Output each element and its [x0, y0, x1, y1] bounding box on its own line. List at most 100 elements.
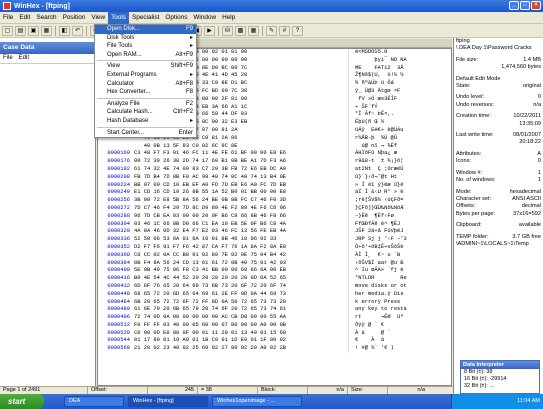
- tools-item-calculate-hash[interactable]: Calculate Hash... Ctrl+F2: [95, 108, 196, 117]
- hex-bytes: 6D 6F 76 65 20 64 69 73 6B 73 20 6F 72 2…: [134, 282, 287, 289]
- info-row: Creation time: 10/22/2011: [454, 113, 543, 120]
- hex-row[interactable]: 40 0B 13 5F 83 C0 02 6C 9C 8E ú@ nî ¬ ¾Ë…: [98, 142, 451, 151]
- info-value: 1: [537, 169, 541, 176]
- hex-offset: 0000528: [107, 329, 130, 336]
- menu-window[interactable]: Window: [190, 12, 219, 24]
- hex-row[interactable]: 0000432 6D 6F 76 65 20 64 69 73 6B 73 20 …: [98, 282, 451, 291]
- task-dea[interactable]: DEA: [64, 396, 124, 407]
- start-button[interactable]: start: [0, 394, 44, 409]
- info-value: A: [537, 150, 541, 157]
- case-menu-edit[interactable]: Edit: [19, 54, 29, 63]
- tools-item-external-programs[interactable]: External Programs ▸: [95, 71, 196, 80]
- hex-ascii: rt ¬ËØ Uª: [348, 314, 448, 322]
- tools-item-start-center[interactable]: Start Center... Enter: [95, 129, 196, 138]
- info-row: Window #: 1: [454, 170, 543, 177]
- tools-item-open-disk[interactable]: Open Disk... F9: [95, 25, 196, 34]
- hex-bytes: 61 74 32 4E 74 09 83 C7 20 3B FB 72 E6 E…: [134, 165, 287, 172]
- tools-item-disk-tools[interactable]: Disk Tools ▸: [95, 34, 196, 43]
- tools-item-shortcut: Alt+F8: [175, 80, 193, 87]
- info-key: Attributes:: [456, 150, 482, 157]
- hex-row[interactable]: 0000368 C0 CC 02 0A CC B8 01 02 80 7E 02 …: [98, 251, 451, 260]
- hex-row[interactable]: 0000176 00 72 39 26 38 2D 74 17 60 B1 0B …: [98, 158, 451, 166]
- file-info-panel: ftping \ DEA Day 1\Password Cracks File si…: [453, 38, 543, 394]
- hex-row[interactable]: 0000400 5E 0B 49 75 06 F8 C3 41 BB 00 00 …: [98, 267, 451, 276]
- task-winhex1openimage[interactable]: Winhex1openimage - ...: [212, 396, 302, 407]
- window-titlebar: WinHex - [ftping] _ □ ×: [0, 0, 543, 12]
- task-winhex[interactable]: WinHex - [ftping]: [128, 396, 208, 407]
- hex-row[interactable]: 0000448 68 65 72 20 6D 65 64 69 61 2E FF …: [98, 290, 451, 299]
- hex-row[interactable]: 0000208 FB 7D B4 7D 8B F0 AC 98 40 74 0C …: [98, 173, 451, 182]
- tools-item-open-ram[interactable]: Open RAM... Alt+F9: [95, 51, 196, 60]
- close-button[interactable]: ×: [531, 1, 541, 10]
- hex-row[interactable]: 0000240 E1 CD 16 CD 19 26 8B 55 1A 52 B0 …: [98, 189, 451, 198]
- minimize-button[interactable]: _: [509, 1, 519, 10]
- hex-row[interactable]: 0000288 96 7D CB EA 03 00 00 20 0F B6 C8 …: [98, 212, 451, 221]
- ram-icon[interactable]: ▩: [235, 25, 246, 36]
- hex-row[interactable]: 0000352 D2 F7 F6 91 F7 F6 42 87 CA F7 76 …: [98, 243, 451, 252]
- hex-row[interactable]: 0000528 C0 00 0D E0 00 0F 00 01 11 20 01 …: [98, 329, 451, 338]
- hash-icon[interactable]: #: [279, 25, 290, 36]
- menu-tools[interactable]: Tools: [108, 11, 129, 24]
- bookmark-icon[interactable]: ✎: [266, 25, 277, 36]
- data-interpreter-window[interactable]: Data Interpreter 8 Bit (±): 38 16 Bit (±…: [460, 360, 540, 394]
- tools-item-view[interactable]: View Shift+F9: [95, 62, 196, 71]
- properties-icon[interactable]: ◧: [59, 25, 70, 36]
- hex-bytes: 01 17 80 01 19 A0 01 1B C0 01 1D E0 01 1…: [134, 337, 287, 344]
- help-icon[interactable]: ?: [292, 25, 303, 36]
- hex-ascii: *Ì Âf~ ÞÊ×,.: [348, 111, 448, 120]
- hex-ascii: ¾ ñº&ÜÞ ü Öá: [348, 80, 448, 88]
- undo-icon[interactable]: ↶: [72, 25, 83, 36]
- hex-row[interactable]: 0000464 6B 20 65 72 72 6F 72 FF 0D 0A 50 …: [98, 298, 451, 307]
- tools-item-calculator[interactable]: Calculator Alt+F8: [95, 80, 196, 89]
- hex-row[interactable]: 0000512 F0 FF FF 03 40 00 05 60 00 07 80 …: [98, 321, 451, 330]
- hex-row[interactable]: 0000160 C3 48 F7 F3 01 46 FC 11 4E FE 61 …: [98, 150, 451, 159]
- hex-bytes: 96 7D CB EA 03 00 00 20 0F B6 C8 66 8B 4…: [134, 212, 287, 219]
- hex-row[interactable]: 0000256 3B 00 72 E8 5B 8A 56 24 BE 0B 8B …: [98, 197, 451, 205]
- info-row: ftping: [454, 38, 543, 45]
- info-key: Undo level:: [456, 94, 484, 101]
- info-value: original: [522, 83, 541, 90]
- maximize-button[interactable]: □: [520, 1, 530, 10]
- hex-row[interactable]: 0000336 52 50 06 53 6A 01 6A 10 91 8B 46 …: [98, 236, 451, 244]
- info-key: Undo reverses:: [456, 101, 494, 108]
- case-menu-file[interactable]: File: [3, 54, 13, 63]
- print-icon[interactable]: ▦: [41, 25, 52, 36]
- hex-ascii: ë<MSDOS5.0: [348, 49, 448, 57]
- save-icon[interactable]: ▣: [28, 25, 39, 36]
- hex-row[interactable]: 0000320 4A 8A 46 0D 32 E4 F7 E2 03 46 FC …: [98, 228, 451, 237]
- hex-ascii: r9&8-t `± ¾¡}ó¦: [348, 158, 448, 166]
- hex-bytes: B0 4E 54 4C 44 52 20 20 20 20 20 20 0D 0…: [134, 275, 287, 282]
- new-file-icon[interactable]: ▢: [2, 25, 13, 36]
- hex-row[interactable]: 0000416 B0 4E 54 4C 44 52 20 20 20 20 20 …: [98, 275, 451, 283]
- open-file-icon[interactable]: ▤: [15, 25, 26, 36]
- menu-edit[interactable]: Edit: [16, 12, 33, 24]
- case-data-panel: Case Data File Edit: [0, 38, 96, 394]
- hex-bytes: 6B 20 65 72 72 6F 72 FF 0D 0A 50 72 65 7…: [134, 298, 287, 305]
- tools-item-hash-database[interactable]: Hash Database ▸: [95, 117, 196, 126]
- info-row: Offsets: decimal: [454, 203, 543, 210]
- hex-row[interactable]: 0000272 7D C7 46 F4 29 7D 8C D9 89 4E F2 …: [98, 204, 451, 213]
- hex-row[interactable]: 0000496 72 74 0D 0A 00 00 00 00 00 AC CB …: [98, 314, 451, 322]
- info-key: Bytes per page:: [456, 210, 496, 217]
- calculator-icon[interactable]: ▦: [248, 25, 259, 36]
- menu-view[interactable]: View: [88, 12, 108, 24]
- hex-bytes: D2 F7 F6 91 F7 F6 42 87 CA F7 76 1A 8A F…: [134, 243, 287, 250]
- info-row: 1,474,560 bytes: [454, 64, 543, 71]
- hex-row[interactable]: 0000480 61 6E 79 20 6B 65 79 20 74 6F 20 …: [98, 306, 451, 315]
- hex-row[interactable]: 0000544 01 17 80 01 19 A0 01 1B C0 01 1D …: [98, 337, 451, 346]
- tools-item-file-tools[interactable]: File Tools ▸: [95, 42, 196, 51]
- menu-specialist[interactable]: Specialist: [129, 12, 162, 24]
- menu-position[interactable]: Position: [60, 12, 89, 24]
- hex-ascii: ! #@ %` '€ ): [348, 345, 448, 354]
- menu-file[interactable]: File: [0, 12, 16, 24]
- info-row: Undo level: 0: [454, 94, 543, 101]
- menu-options[interactable]: Options: [162, 12, 190, 24]
- forward-icon[interactable]: ▶: [204, 25, 215, 36]
- hex-row[interactable]: 0000560 21 20 02 23 40 02 25 60 02 27 80 …: [98, 345, 451, 354]
- hex-row[interactable]: 0000192 61 74 32 4E 74 09 83 C7 20 3B FB …: [98, 165, 451, 174]
- tools-item-hex-converter[interactable]: Hex Converter... F8: [95, 88, 196, 97]
- menu-help[interactable]: Help: [219, 12, 238, 24]
- disk-icon[interactable]: ⛁: [222, 25, 233, 36]
- tools-item-analyze-file[interactable]: Analyze File F2: [95, 100, 196, 109]
- menu-search[interactable]: Search: [33, 12, 59, 24]
